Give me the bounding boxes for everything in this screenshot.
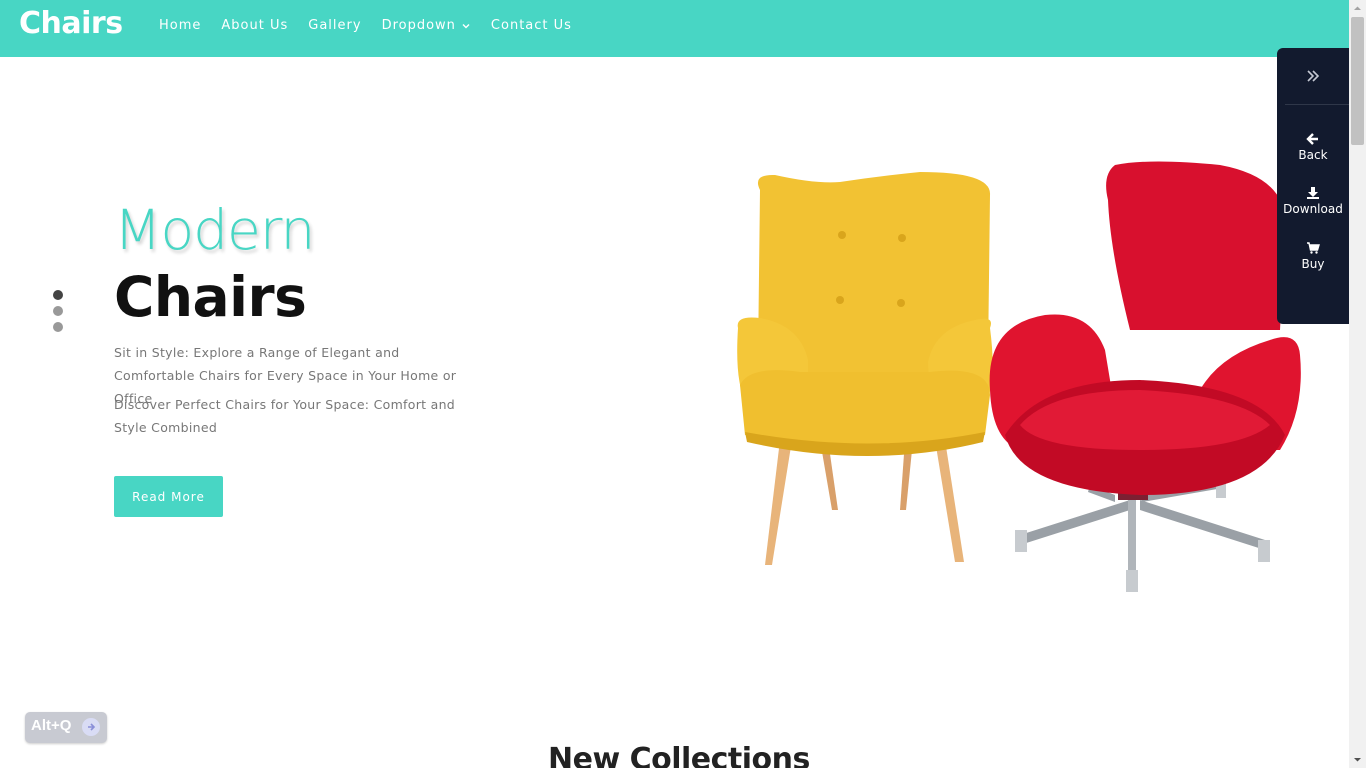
- read-more-button[interactable]: Read More: [114, 476, 223, 517]
- slider-dots: [53, 290, 65, 338]
- hero-title-chairs: Chairs: [114, 265, 307, 329]
- panel-back-button[interactable]: Back: [1277, 132, 1349, 162]
- navbar: Chairs Home About Us Gallery Dropdown Co…: [0, 0, 1349, 57]
- assistant-icon: [82, 718, 100, 736]
- chevron-down-icon: [462, 23, 470, 28]
- panel-download-button[interactable]: Download: [1277, 186, 1349, 216]
- nav-dropdown[interactable]: Dropdown: [382, 18, 471, 33]
- download-icon: [1307, 187, 1319, 199]
- logo[interactable]: Chairs: [19, 6, 123, 41]
- hero-paragraph-2: Discover Perfect Chairs for Your Space: …: [114, 397, 456, 435]
- double-chevron-right-icon: [1307, 70, 1320, 82]
- yellow-chair: [737, 172, 993, 565]
- cart-icon: [1307, 242, 1320, 254]
- nav-home[interactable]: Home: [159, 18, 201, 33]
- nav-about-us[interactable]: About Us: [221, 18, 288, 33]
- main-nav: Home About Us Gallery Dropdown Contact U…: [159, 18, 592, 33]
- slider-dot-3[interactable]: [53, 322, 63, 332]
- section-title-new-collections: New Collections: [548, 742, 810, 768]
- nav-contact-us[interactable]: Contact Us: [491, 18, 572, 33]
- scroll-down-arrow-icon[interactable]: [1349, 751, 1366, 768]
- red-chair: [989, 161, 1301, 592]
- panel-buy-label: Buy: [1301, 257, 1325, 271]
- vertical-scrollbar[interactable]: [1349, 0, 1366, 768]
- slider-dot-2[interactable]: [53, 306, 63, 316]
- arrow-left-icon: [1306, 133, 1318, 145]
- nav-dropdown-label: Dropdown: [381, 18, 456, 33]
- panel-download-label: Download: [1283, 202, 1343, 216]
- alt-q-widget[interactable]: Alt+Q: [25, 712, 107, 743]
- hero-chairs-image: [737, 161, 1301, 592]
- nav-gallery[interactable]: Gallery: [308, 18, 361, 33]
- hero-title-modern: Modern: [114, 198, 315, 262]
- panel-back-label: Back: [1298, 148, 1328, 162]
- panel-divider: [1285, 104, 1349, 105]
- panel-buy-button[interactable]: Buy: [1277, 241, 1349, 271]
- alt-q-label: Alt+Q: [31, 717, 72, 734]
- scroll-up-arrow-icon[interactable]: [1349, 0, 1366, 17]
- scrollbar-thumb[interactable]: [1351, 17, 1364, 145]
- side-panel: Back Download Buy: [1277, 48, 1349, 324]
- panel-toggle-button[interactable]: [1277, 48, 1349, 104]
- slider-dot-1[interactable]: [53, 290, 63, 300]
